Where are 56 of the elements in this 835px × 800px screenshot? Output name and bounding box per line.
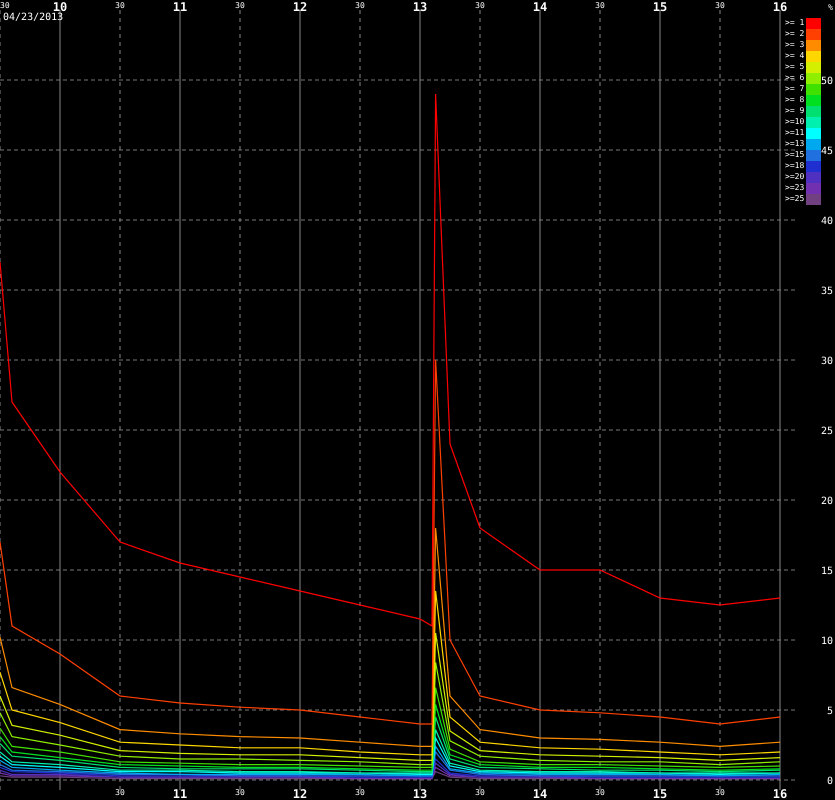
- x-axis-label: 14: [532, 787, 548, 800]
- x-axis-label: 11: [172, 787, 188, 800]
- x-axis-label: 13: [412, 787, 428, 800]
- legend-label: >=15: [785, 150, 804, 159]
- minute-label: 30: [115, 1, 125, 10]
- y-axis-label: 45: [820, 146, 833, 157]
- legend-label: >= 5: [785, 62, 804, 71]
- y-axis-label: 50: [820, 76, 833, 87]
- legend-label: >= 1: [785, 18, 804, 27]
- x-axis-label: 10: [52, 0, 68, 14]
- y-axis-label: 30: [820, 356, 833, 367]
- y-axis-label: 20: [820, 496, 833, 507]
- x-axis-label: 16: [772, 0, 788, 14]
- unit-label: %: [828, 3, 833, 12]
- legend-label: >=18: [785, 161, 804, 170]
- minute-label: 30: [595, 788, 605, 797]
- legend-label: >=25: [785, 194, 804, 203]
- legend-label: >= 9: [785, 106, 804, 115]
- minute-label: 30: [715, 788, 725, 797]
- x-axis-label: 15: [652, 0, 668, 14]
- y-axis-label: 15: [820, 566, 833, 577]
- legend-label: >= 7: [785, 84, 804, 93]
- y-axis-label: 40: [820, 216, 833, 227]
- x-axis-label: 11: [172, 0, 188, 14]
- x-axis-label: 12: [292, 0, 308, 14]
- minute-label: 30: [235, 788, 245, 797]
- minute-label: 30: [0, 1, 10, 10]
- legend-label: >=11: [785, 128, 804, 137]
- legend-label: >=20: [785, 172, 804, 181]
- legend-label: >= 6: [785, 73, 804, 82]
- minute-label: 30: [715, 1, 725, 10]
- legend-label: >=23: [785, 183, 804, 192]
- minute-label: 30: [355, 788, 365, 797]
- x-axis-label: 14: [532, 0, 548, 14]
- legend-label: >= 3: [785, 40, 804, 49]
- legend-label: >= 4: [785, 51, 804, 60]
- legend-label: >=10: [785, 117, 804, 126]
- minute-label: 30: [475, 788, 485, 797]
- y-axis-label: 0: [826, 776, 833, 787]
- minute-label: 30: [475, 1, 485, 10]
- x-axis-label: 13: [412, 0, 428, 14]
- y-axis-label: 35: [820, 286, 833, 297]
- minute-label: 30: [115, 788, 125, 797]
- x-axis-label: 12: [292, 787, 308, 800]
- y-axis-label: 10: [820, 636, 833, 647]
- x-axis-label: 15: [652, 787, 668, 800]
- minute-label: 30: [595, 1, 605, 10]
- date-label: 04/23/2013: [3, 12, 64, 23]
- legend-label: >=13: [785, 139, 804, 148]
- minute-label: 30: [355, 1, 365, 10]
- legend-label: >= 8: [785, 95, 804, 104]
- legend-label: >= 2: [785, 29, 804, 38]
- y-axis-label: 25: [820, 426, 833, 437]
- x-axis-label: 16: [772, 787, 788, 800]
- minute-label: 30: [235, 1, 245, 10]
- y-axis-label: 5: [826, 706, 833, 717]
